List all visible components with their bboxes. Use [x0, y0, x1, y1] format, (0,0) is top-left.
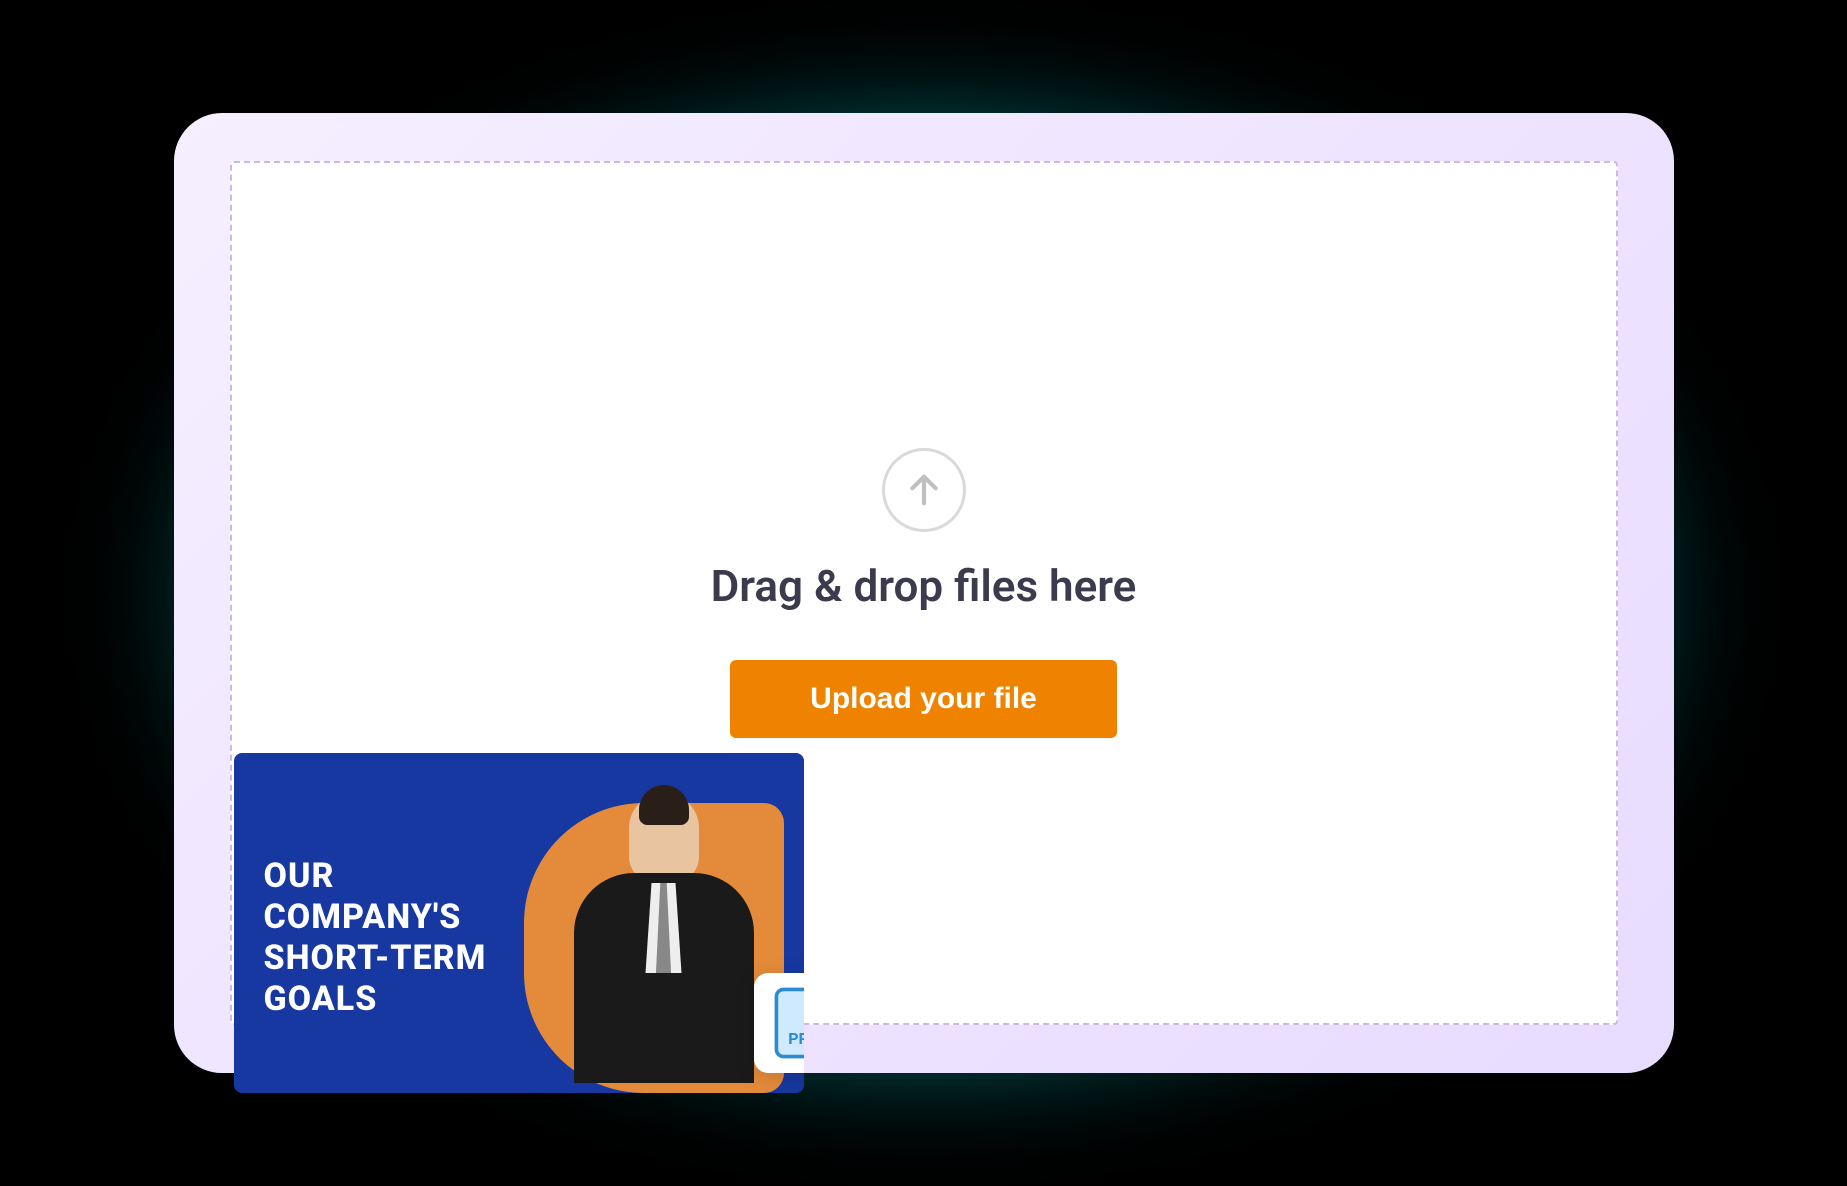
- upload-button[interactable]: Upload your file: [730, 660, 1117, 738]
- file-type-badge: PPT: [754, 973, 804, 1073]
- dropzone-text: Drag & drop files here: [711, 560, 1137, 612]
- upload-panel: Drag & drop files here Upload your file …: [174, 113, 1674, 1073]
- thumbnail-title: OUR COMPANY'S SHORT-TERM GOALS: [264, 856, 545, 1019]
- upload-card: Drag & drop files here Upload your file …: [174, 113, 1674, 1073]
- upload-arrow-icon: [882, 448, 966, 532]
- thumbnail-person-image: [554, 793, 774, 1093]
- file-type-label: PPT: [788, 1029, 803, 1048]
- file-thumbnail[interactable]: OUR COMPANY'S SHORT-TERM GOALS PPT: [234, 753, 804, 1093]
